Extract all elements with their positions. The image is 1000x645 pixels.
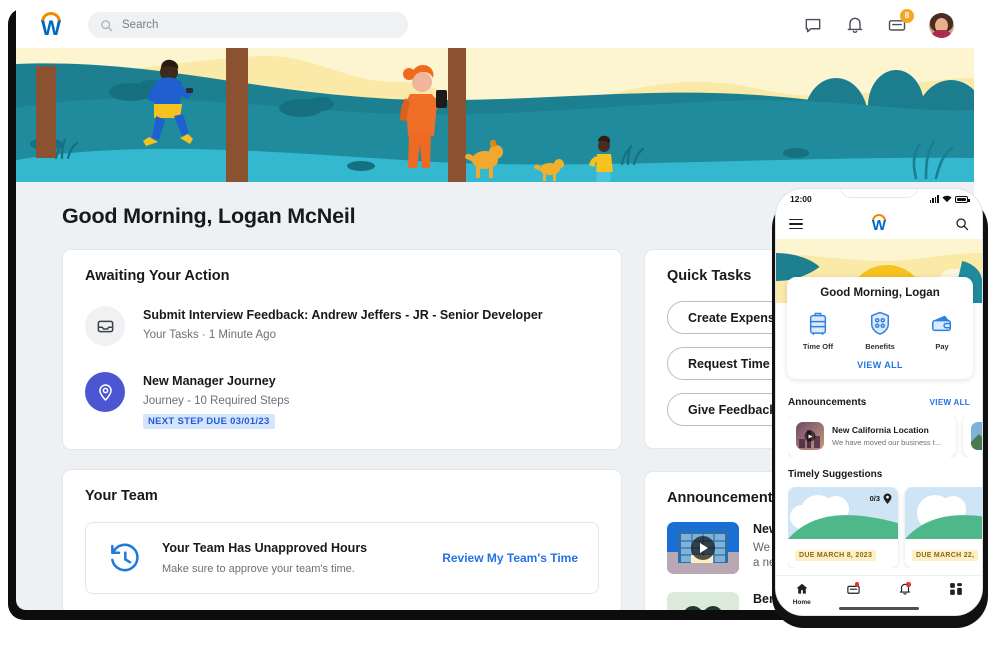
your-team-card: Your Team Your Team Has Unapproved [62,469,622,610]
battery-full-icon [955,196,968,203]
phone-announcements-title: Announcements [788,397,866,408]
shield-benefits-icon [854,308,906,338]
suggestion-card[interactable]: 0/3 DUE MARCH 8, 2023 [788,487,898,568]
phone-shortcuts: Time Off Benefits [787,308,973,351]
shortcut-time-off[interactable]: Time Off [792,308,844,351]
phone-announcement-list[interactable]: New California Location We have moved ou… [788,415,982,457]
city-video-thumb [796,422,824,450]
play-icon[interactable] [691,536,715,560]
awaiting-item-meta: Journey - 10 Required Steps [143,395,289,407]
unapproved-hours-subtitle: Make sure to approve your team's time. [162,563,367,575]
landscape-thumb [971,422,982,450]
awaiting-item-meta: Your Tasks · 1 Minute Ago [143,329,543,341]
suitcase-icon [792,308,844,338]
shortcut-label: Time Off [792,342,844,351]
view-all-shortcuts-link[interactable]: VIEW ALL [787,360,973,370]
phone-announcement-title: New California Location [832,425,941,435]
awaiting-item-title: Submit Interview Feedback: Andrew Jeffer… [143,308,543,322]
hamburger-menu-icon[interactable] [789,216,803,233]
awaiting-title: Awaiting Your Action [85,268,599,284]
inbox-icon [828,581,880,597]
awaiting-item[interactable]: Submit Interview Feedback: Andrew Jeffer… [85,306,599,346]
phone-bottom-nav: Home [776,575,982,615]
play-icon[interactable] [805,431,816,442]
inbox-icon[interactable]: 8 [887,15,907,35]
phone-body: Announcements VIEW ALL [776,389,982,615]
wallet-pay-icon [916,308,968,338]
profile-avatar[interactable] [929,13,954,38]
nav-badge-dot [855,582,860,587]
search-icon[interactable] [955,217,969,231]
phone-notch [840,188,918,198]
unapproved-hours-title: Your Team Has Unapproved Hours [162,541,367,555]
left-column: Awaiting Your Action Submit Interview Fe… [62,249,622,610]
announcements-view-all-link[interactable]: VIEW ALL [930,398,970,407]
apps-grid-icon [931,581,983,597]
phone-header: W [776,209,982,239]
screenshot-root: W Search [0,0,1000,645]
notifications-bell-icon[interactable] [845,15,865,35]
phone-suggestions-list[interactable]: 0/3 DUE MARCH 8, 2023 [788,487,982,568]
workday-logo-icon[interactable]: W [36,10,66,40]
next-step-due-badge: NEXT STEP DUE 03/01/23 [143,414,275,429]
awaiting-item-title: New Manager Journey [143,374,289,388]
chat-icon[interactable] [803,15,823,35]
phone-greeting-card: Good Morning, Logan Time Off [787,277,973,379]
shortcut-pay[interactable]: Pay [916,308,968,351]
hero-illustration [16,48,974,182]
global-header: W Search [16,2,974,48]
map-pin-icon [883,493,892,504]
heart-cactus-thumb [667,592,739,610]
page-title: Good Morning, Logan McNeil [62,204,355,229]
your-team-title: Your Team [85,488,599,504]
nav-inbox[interactable] [828,581,880,597]
time-clock-icon [106,539,144,577]
workday-logo-icon[interactable]: W [867,213,891,235]
phone-greeting: Good Morning, Logan [787,287,973,299]
suggestion-art: 0/3 [788,487,898,539]
office-building-video-thumb [667,522,739,574]
shortcut-benefits[interactable]: Benefits [854,308,906,351]
phone-announcement-item[interactable] [963,415,982,457]
search-icon [100,19,113,32]
home-indicator [839,607,919,610]
nav-notifications[interactable] [879,581,931,597]
suggestion-count: 0/3 [870,494,880,503]
unapproved-hours-item[interactable]: Your Team Has Unapproved Hours Make sure… [85,522,599,594]
phone-announcement-subtitle: We have moved our business t... [832,438,941,447]
nav-badge-dot [906,582,911,587]
suggestion-due-badge: DUE MARCH 22, [912,550,978,561]
shortcut-label: Benefits [854,342,906,351]
shortcut-label: Pay [916,342,968,351]
bell-icon [879,581,931,597]
signal-bars-icon [930,195,939,203]
wifi-icon [942,195,952,203]
suggestion-due-badge: DUE MARCH 8, 2023 [795,550,876,561]
awaiting-your-action-card: Awaiting Your Action Submit Interview Fe… [62,249,622,450]
journey-pin-icon [85,372,125,412]
phone-status-bar: 12:00 [776,189,982,209]
timely-suggestions-title: Timely Suggestions [788,469,882,480]
header-icon-group: 8 [803,13,960,38]
search-placeholder: Search [122,19,158,31]
suggestion-card[interactable]: DUE MARCH 22, [905,487,982,568]
phone-announcements-header: Announcements VIEW ALL [776,397,982,408]
phone-suggestions-header: Timely Suggestions [776,469,982,480]
status-time: 12:00 [790,194,812,204]
home-icon [776,581,828,597]
nav-home[interactable]: Home [776,581,828,606]
suggestion-art [905,487,982,539]
awaiting-item[interactable]: New Manager Journey Journey - 10 Require… [85,372,599,429]
inbox-badge-count: 8 [900,9,914,23]
search-input[interactable]: Search [88,12,408,38]
nav-label: Home [776,599,828,606]
phone-announcement-item[interactable]: New California Location We have moved ou… [788,415,956,457]
review-team-time-link[interactable]: Review My Team's Time [442,551,578,565]
inbox-task-icon [85,306,125,346]
nav-apps[interactable] [931,581,983,597]
mobile-phone-overlay: 12:00 W [775,188,983,616]
